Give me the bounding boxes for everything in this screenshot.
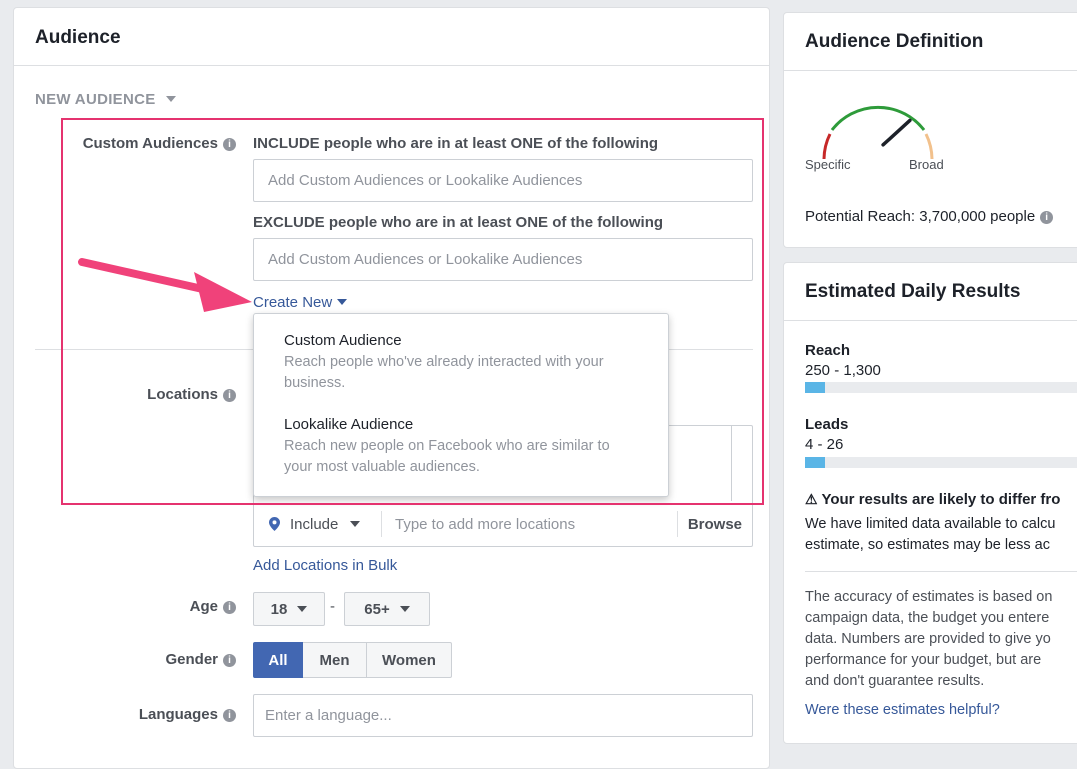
gender-women-button[interactable]: Women: [366, 642, 452, 678]
info-icon[interactable]: i: [223, 709, 236, 722]
custom-audience-title: Custom Audience: [284, 332, 402, 349]
reach-label: Reach: [805, 342, 851, 359]
leads-value: 4 - 26: [805, 436, 844, 453]
custom-audiences-label: Custom Audiences i: [83, 135, 236, 152]
leads-bar: [805, 457, 1077, 468]
exclude-text: EXCLUDE people who are in at least ONE o…: [253, 214, 664, 231]
custom-audiences-text: Custom Audiences: [82, 135, 218, 152]
gender-text: Gender: [165, 651, 218, 668]
accuracy-line: and don't guarantee results.: [805, 673, 985, 689]
info-icon[interactable]: i: [223, 389, 236, 402]
info-icon[interactable]: i: [223, 138, 236, 151]
gender-label: Gender i: [165, 651, 236, 668]
add-locations-bulk-link[interactable]: Add Locations in Bulk: [253, 557, 397, 574]
divider: [14, 65, 769, 66]
divider: [784, 320, 1077, 321]
warning-title: ⚠ Your results are likely to differ fro: [805, 491, 1060, 508]
audience-definition-panel: Audience Definition Specific Broad Poten…: [783, 12, 1077, 248]
age-min-value: 18: [270, 600, 288, 618]
locations-label: Locations i: [147, 386, 236, 403]
potential-reach: Potential Reach: 3,700,000 people i: [805, 208, 1054, 225]
age-text: Age: [189, 598, 218, 615]
locations-text: Locations: [147, 386, 218, 403]
chevron-down-icon: [165, 96, 176, 102]
divider: [805, 571, 1077, 572]
location-pin-icon: [269, 517, 280, 531]
include-audience-input[interactable]: Add Custom Audiences or Lookalike Audien…: [253, 159, 753, 202]
gender-all-button[interactable]: All: [253, 642, 303, 678]
gauge-needle: [881, 118, 912, 147]
potential-reach-text: Potential Reach: 3,700,000 people: [805, 208, 1036, 225]
location-search-row: Include Type to add more locations Brows…: [254, 502, 752, 546]
reach-bar: [805, 382, 1077, 393]
age-max-select[interactable]: 65+: [344, 592, 430, 626]
reach-value: 250 - 1,300: [805, 362, 881, 379]
gauge-specific-label: Specific: [805, 157, 851, 172]
custom-audience-description: Reach people who've already interacted w…: [284, 354, 604, 391]
include-select[interactable]: Include: [254, 511, 382, 537]
chevron-down-icon: [350, 521, 361, 527]
chevron-down-icon: [297, 606, 308, 612]
estimated-results-panel: Estimated Daily Results Reach 250 - 1,30…: [783, 262, 1077, 744]
lookalike-audience-title: Lookalike Audience: [284, 416, 414, 433]
accuracy-line: data. Numbers are provided to give yo: [805, 631, 1051, 647]
create-new-button[interactable]: Create New: [253, 294, 348, 311]
warning-line-1: We have limited data available to calcu: [805, 516, 1056, 532]
lookalike-audience-option[interactable]: Lookalike Audience Reach new people on F…: [284, 416, 629, 478]
warning-title-text: Your results are likely to differ fro: [821, 491, 1061, 508]
audience-title: Audience: [35, 27, 121, 48]
accuracy-line: The accuracy of estimates is based on: [805, 589, 1053, 605]
age-min-select[interactable]: 18: [253, 592, 325, 626]
reach-bar-fill: [805, 382, 826, 393]
info-icon[interactable]: i: [223, 601, 236, 614]
create-new-dropdown: Custom Audience Reach people who've alre…: [253, 313, 669, 497]
warning-line-2: estimate, so estimates may be less ac: [805, 537, 1050, 553]
languages-text: Languages: [138, 706, 218, 723]
custom-audience-option[interactable]: Custom Audience Reach people who've alre…: [284, 332, 629, 394]
chevron-down-icon: [337, 299, 348, 305]
estimates-helpful-link[interactable]: Were these estimates helpful?: [805, 702, 1000, 718]
new-audience-dropdown[interactable]: NEW AUDIENCE: [35, 91, 176, 108]
lookalike-audience-description: Reach new people on Facebook who are sim…: [284, 438, 610, 475]
leads-label: Leads: [805, 416, 849, 433]
include-select-label: Include: [290, 515, 339, 533]
audience-definition-title: Audience Definition: [805, 31, 984, 52]
accuracy-line: performance for your budget, but are: [805, 652, 1042, 668]
info-icon[interactable]: i: [223, 654, 236, 667]
location-search-input[interactable]: Type to add more locations: [382, 516, 677, 533]
create-new-label: Create New: [253, 294, 333, 311]
annotation-arrow-icon: [78, 258, 252, 312]
new-audience-label: NEW AUDIENCE: [35, 91, 156, 108]
age-max-value: 65+: [364, 600, 390, 618]
age-label: Age i: [190, 598, 236, 615]
chevron-down-icon: [399, 606, 410, 612]
language-input[interactable]: Enter a language...: [253, 694, 753, 737]
info-icon[interactable]: i: [1040, 211, 1054, 224]
leads-bar-fill: [805, 457, 826, 468]
include-text: INCLUDE people who are in at least ONE o…: [253, 135, 659, 152]
divider: [784, 70, 1077, 71]
estimated-results-title: Estimated Daily Results: [805, 281, 1021, 302]
exclude-audience-input[interactable]: Add Custom Audiences or Lookalike Audien…: [253, 238, 753, 281]
gender-men-button[interactable]: Men: [303, 642, 367, 678]
browse-button[interactable]: Browse: [676, 511, 752, 537]
gauge-broad-label: Broad: [909, 157, 944, 172]
languages-label: Languages i: [139, 706, 236, 723]
reach-gauge: [822, 105, 934, 160]
accuracy-line: campaign data, the budget you entere: [805, 610, 1050, 626]
age-separator: -: [330, 598, 335, 615]
warning-icon: ⚠: [805, 491, 818, 507]
locations-scrollbar[interactable]: [731, 426, 752, 501]
